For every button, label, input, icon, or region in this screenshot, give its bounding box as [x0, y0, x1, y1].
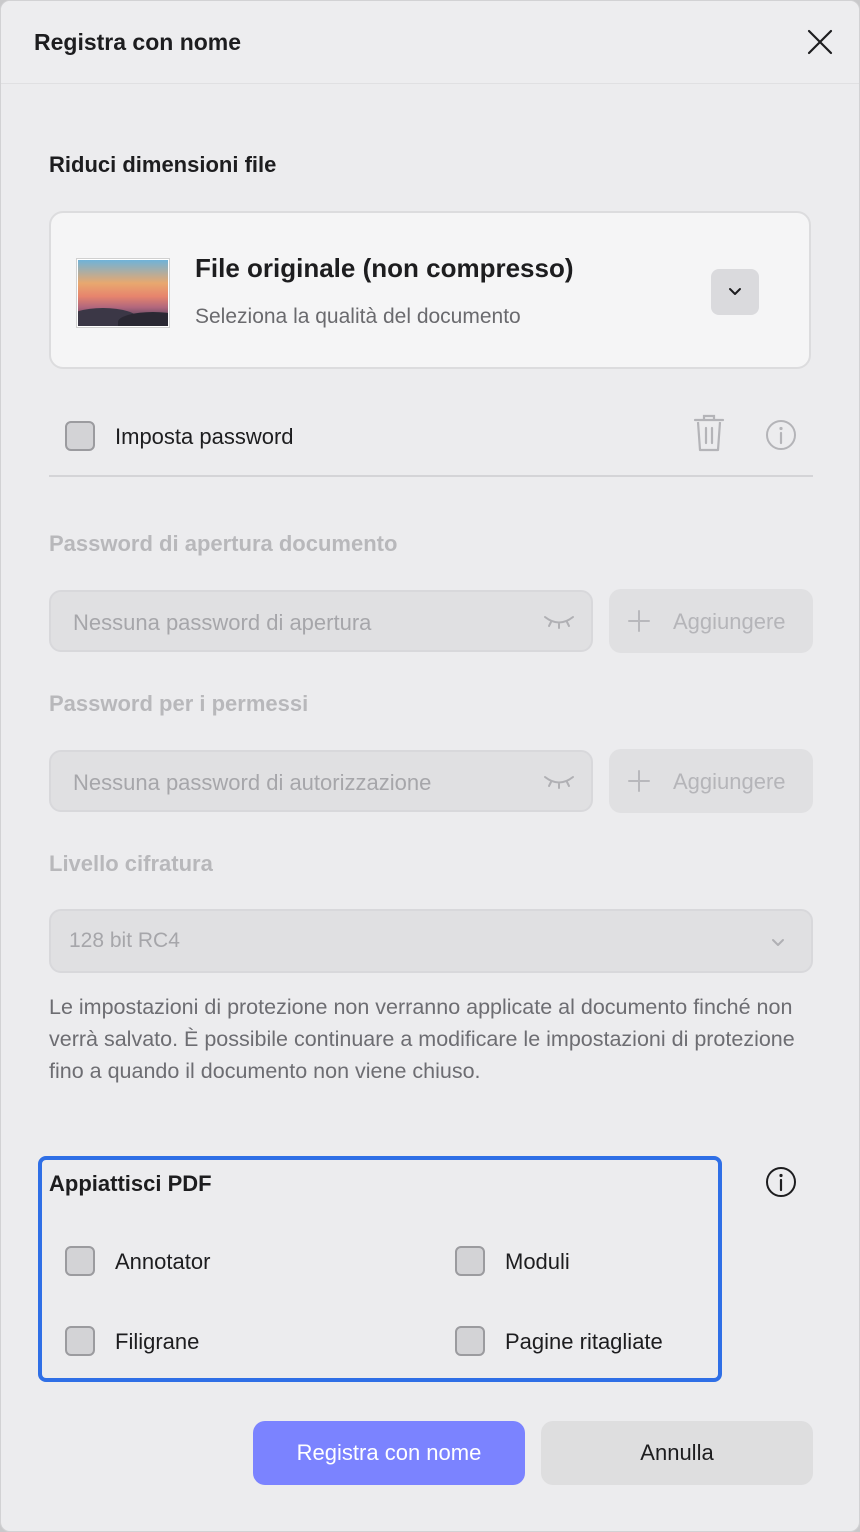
document-thumbnail [77, 259, 169, 327]
trash-icon[interactable] [691, 413, 727, 458]
flatten-forms-label: Moduli [505, 1249, 570, 1274]
add-open-password-button[interactable]: Aggiungere [609, 589, 813, 653]
set-password-checkbox[interactable] [65, 421, 95, 451]
permissions-password-heading: Password per i permessi [49, 691, 309, 716]
flatten-pdf-heading: Appiattisci PDF [49, 1171, 212, 1196]
permissions-password-placeholder: Nessuna password di autorizzazione [73, 770, 432, 795]
info-icon[interactable] [765, 419, 797, 456]
open-password-field[interactable]: Nessuna password di apertura [49, 590, 593, 652]
set-password-label: Imposta password [115, 424, 294, 449]
save-as-button[interactable]: Registra con nome [253, 1421, 525, 1485]
flatten-cropped-pages-label: Pagine ritagliate [505, 1329, 663, 1354]
quality-title: File originale (non compresso) [195, 253, 574, 283]
encryption-level-value: 128 bit RC4 [69, 929, 180, 952]
quality-subtitle: Seleziona la qualità del documento [195, 305, 521, 328]
save-as-dialog: Registra con nome Riduci dimensioni file… [0, 0, 860, 1532]
eye-closed-icon[interactable] [543, 774, 575, 795]
compression-heading: Riduci dimensioni file [49, 152, 277, 177]
add-open-password-label: Aggiungere [673, 609, 786, 634]
eye-closed-icon[interactable] [543, 614, 575, 635]
add-permissions-password-button[interactable]: Aggiungere [609, 749, 813, 813]
cancel-button[interactable]: Annulla [541, 1421, 813, 1485]
chevron-down-icon [771, 935, 785, 953]
flatten-watermarks-label: Filigrane [115, 1329, 200, 1354]
permissions-password-field[interactable]: Nessuna password di autorizzazione [49, 750, 593, 812]
protection-note: Le impostazioni di protezione non verran… [49, 995, 795, 1083]
flatten-cropped-pages-checkbox[interactable] [455, 1326, 485, 1356]
close-icon[interactable] [807, 29, 833, 55]
chevron-down-icon[interactable] [711, 269, 759, 315]
info-icon[interactable] [765, 1166, 797, 1203]
plus-icon [628, 610, 650, 632]
dialog-titlebar: Registra con nome [1, 1, 859, 84]
flatten-annotations-checkbox[interactable] [65, 1246, 95, 1276]
section-divider [49, 475, 813, 477]
dialog-title: Registra con nome [34, 29, 242, 55]
flatten-forms-checkbox[interactable] [455, 1246, 485, 1276]
quality-selector[interactable]: File originale (non compresso) Seleziona… [49, 211, 811, 369]
flatten-watermarks-checkbox[interactable] [65, 1326, 95, 1356]
open-password-heading: Password di apertura documento [49, 531, 398, 556]
open-password-placeholder: Nessuna password di apertura [73, 610, 372, 635]
plus-icon [628, 770, 650, 792]
encryption-level-heading: Livello cifratura [49, 851, 213, 876]
flatten-annotations-label: Annotator [115, 1249, 211, 1274]
add-permissions-password-label: Aggiungere [673, 769, 786, 794]
encryption-level-select[interactable]: 128 bit RC4 [49, 909, 813, 973]
